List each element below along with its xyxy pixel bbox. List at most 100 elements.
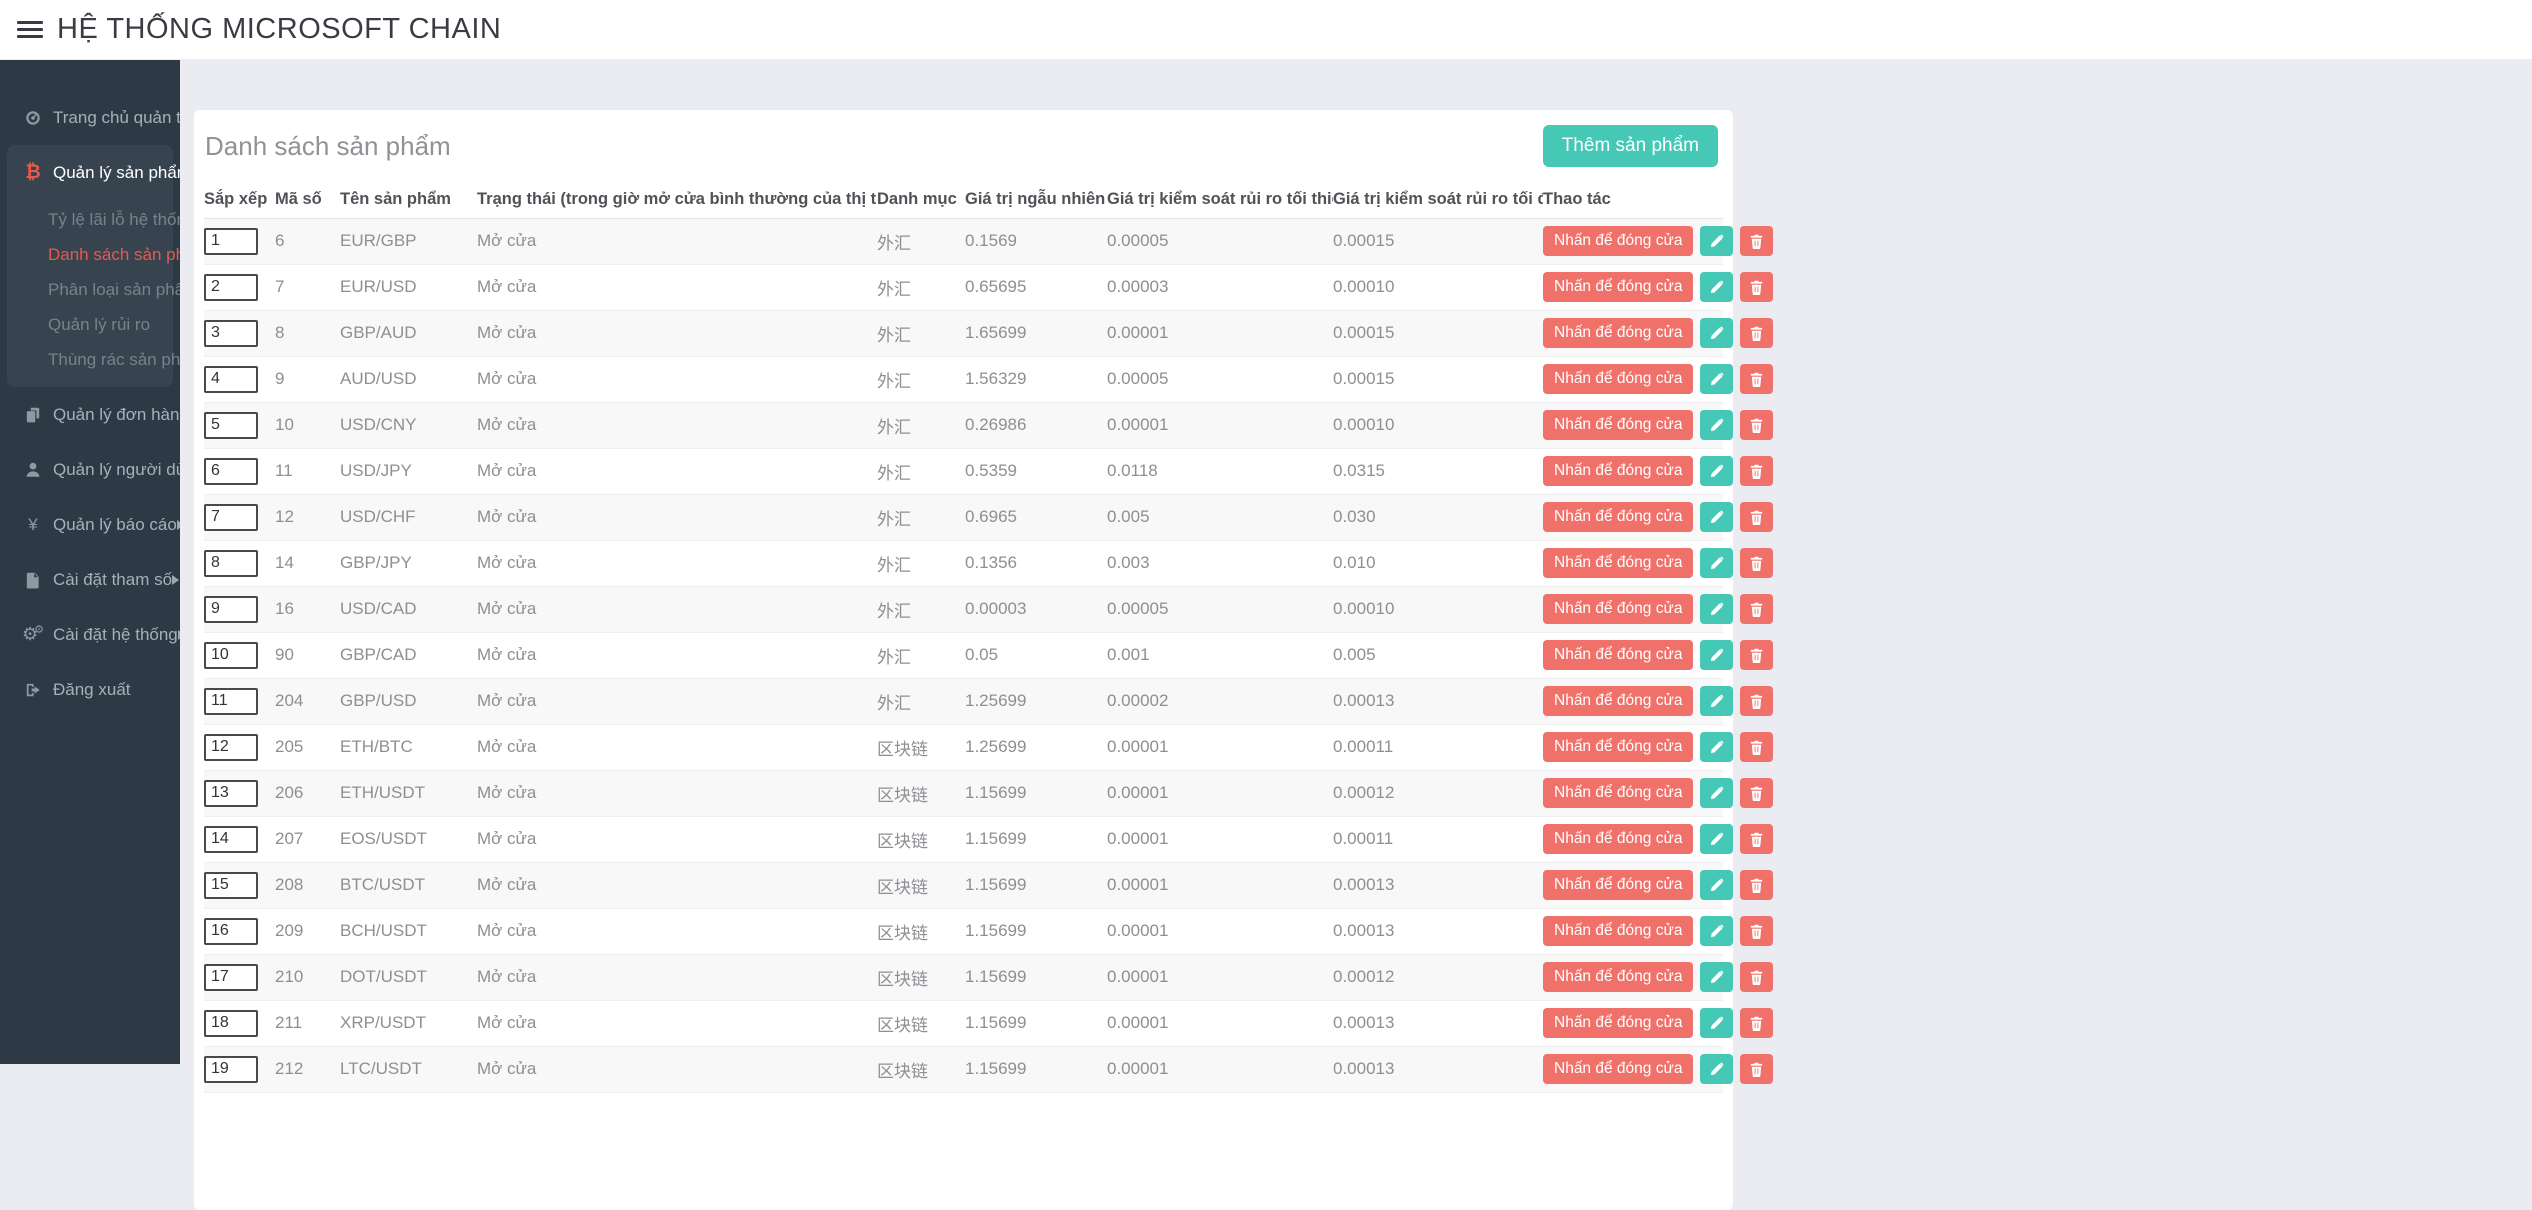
sort-order-input[interactable] <box>204 734 258 761</box>
delete-button[interactable] <box>1740 318 1773 348</box>
close-market-button[interactable]: Nhấn để đóng cửa <box>1543 272 1693 302</box>
product-category: 外汇 <box>877 402 965 448</box>
sort-order-input[interactable] <box>204 274 258 301</box>
sort-order-input[interactable] <box>204 918 258 945</box>
trash-icon <box>1749 464 1764 479</box>
close-market-button[interactable]: Nhấn để đóng cửa <box>1543 548 1693 578</box>
delete-button[interactable] <box>1740 1008 1773 1038</box>
delete-button[interactable] <box>1740 456 1773 486</box>
close-market-button[interactable]: Nhấn để đóng cửa <box>1543 410 1693 440</box>
delete-button[interactable] <box>1740 1054 1773 1084</box>
edit-button[interactable] <box>1700 502 1733 532</box>
edit-button[interactable] <box>1700 410 1733 440</box>
edit-button[interactable] <box>1700 732 1733 762</box>
sort-order-input[interactable] <box>204 780 258 807</box>
edit-button[interactable] <box>1700 778 1733 808</box>
sidebar-subitem-product-category[interactable]: Phân loại sản phẩm <box>7 272 173 307</box>
sidebar-item-dashboard[interactable]: Trang chủ quản trị <box>0 90 180 145</box>
edit-button[interactable] <box>1700 594 1733 624</box>
sidebar-subitem-risk-management[interactable]: Quản lý rủi ro <box>7 307 173 342</box>
edit-button[interactable] <box>1700 272 1733 302</box>
product-name: BCH/USDT <box>340 908 477 954</box>
close-market-button[interactable]: Nhấn để đóng cửa <box>1543 456 1693 486</box>
sort-order-input[interactable] <box>204 596 258 623</box>
close-market-button[interactable]: Nhấn để đóng cửa <box>1543 1008 1693 1038</box>
delete-button[interactable] <box>1740 410 1773 440</box>
delete-button[interactable] <box>1740 824 1773 854</box>
delete-button[interactable] <box>1740 548 1773 578</box>
edit-button[interactable] <box>1700 870 1733 900</box>
sidebar-item-parameter-settings[interactable]: Cài đặt tham số <box>0 552 180 607</box>
sidebar-item-product-management[interactable]: ₿ Quản lý sản phẩm <box>7 145 173 200</box>
delete-button[interactable] <box>1740 226 1773 256</box>
edit-button[interactable] <box>1700 364 1733 394</box>
table-row: 11 USD/JPY Mở cửa 外汇 0.5359 0.0118 0.031… <box>204 448 1723 494</box>
sidebar-subitem-profit-loss-ratio[interactable]: Tỷ lệ lãi lỗ hệ thống <box>7 202 173 237</box>
delete-button[interactable] <box>1740 364 1773 394</box>
sort-order-input[interactable] <box>204 412 258 439</box>
delete-button[interactable] <box>1740 778 1773 808</box>
close-market-button[interactable]: Nhấn để đóng cửa <box>1543 640 1693 670</box>
sidebar-item-system-settings[interactable]: ⚙⚙ Cài đặt hệ thống <box>0 607 180 662</box>
sidebar-subitem-product-list[interactable]: Danh sách sản phẩm <box>7 237 173 272</box>
close-market-button[interactable]: Nhấn để đóng cửa <box>1543 502 1693 532</box>
close-market-button[interactable]: Nhấn để đóng cửa <box>1543 778 1693 808</box>
close-market-button[interactable]: Nhấn để đóng cửa <box>1543 318 1693 348</box>
product-code: 208 <box>275 862 340 908</box>
sidebar-subitem-product-trash[interactable]: Thùng rác sản phẩm <box>7 342 173 377</box>
sort-order-input[interactable] <box>204 228 258 255</box>
sort-order-input[interactable] <box>204 1056 258 1083</box>
edit-button[interactable] <box>1700 686 1733 716</box>
edit-button[interactable] <box>1700 640 1733 670</box>
close-market-button[interactable]: Nhấn để đóng cửa <box>1543 686 1693 716</box>
close-market-button[interactable]: Nhấn để đóng cửa <box>1543 870 1693 900</box>
delete-button[interactable] <box>1740 870 1773 900</box>
sidebar-item-user-management[interactable]: Quản lý người dùng <box>0 442 180 497</box>
edit-button[interactable] <box>1700 962 1733 992</box>
close-market-button[interactable]: Nhấn để đóng cửa <box>1543 364 1693 394</box>
close-market-button[interactable]: Nhấn để đóng cửa <box>1543 916 1693 946</box>
risk-max-value: 0.00010 <box>1333 264 1543 310</box>
delete-button[interactable] <box>1740 916 1773 946</box>
sort-order-input[interactable] <box>204 872 258 899</box>
edit-button[interactable] <box>1700 318 1733 348</box>
close-market-button[interactable]: Nhấn để đóng cửa <box>1543 1054 1693 1084</box>
edit-button[interactable] <box>1700 824 1733 854</box>
sidebar-item-logout[interactable]: Đăng xuất <box>0 662 180 717</box>
close-market-button[interactable]: Nhấn để đóng cửa <box>1543 962 1693 992</box>
col-status: Trạng thái (trong giờ mở cửa bình thường… <box>477 182 877 218</box>
edit-button[interactable] <box>1700 548 1733 578</box>
sort-order-input[interactable] <box>204 320 258 347</box>
sort-order-input[interactable] <box>204 366 258 393</box>
close-market-button[interactable]: Nhấn để đóng cửa <box>1543 226 1693 256</box>
edit-button[interactable] <box>1700 456 1733 486</box>
close-market-button[interactable]: Nhấn để đóng cửa <box>1543 594 1693 624</box>
edit-button[interactable] <box>1700 916 1733 946</box>
edit-button[interactable] <box>1700 226 1733 256</box>
table-row: 211 XRP/USDT Mở cửa 区块链 1.15699 0.00001 … <box>204 1000 1723 1046</box>
close-market-button[interactable]: Nhấn để đóng cửa <box>1543 732 1693 762</box>
delete-button[interactable] <box>1740 686 1773 716</box>
add-product-button[interactable]: Thêm sản phẩm <box>1543 125 1718 167</box>
sort-order-input[interactable] <box>204 642 258 669</box>
sort-order-input[interactable] <box>204 504 258 531</box>
delete-button[interactable] <box>1740 272 1773 302</box>
sort-order-input[interactable] <box>204 1010 258 1037</box>
sort-order-input[interactable] <box>204 688 258 715</box>
sort-order-input[interactable] <box>204 458 258 485</box>
sort-order-input[interactable] <box>204 826 258 853</box>
edit-button[interactable] <box>1700 1054 1733 1084</box>
delete-button[interactable] <box>1740 640 1773 670</box>
delete-button[interactable] <box>1740 732 1773 762</box>
delete-button[interactable] <box>1740 594 1773 624</box>
edit-button[interactable] <box>1700 1008 1733 1038</box>
app-header: HỆ THỐNG MICROSOFT CHAIN <box>0 0 2532 60</box>
sort-order-input[interactable] <box>204 964 258 991</box>
hamburger-menu-icon[interactable] <box>17 17 43 42</box>
delete-button[interactable] <box>1740 502 1773 532</box>
sort-order-input[interactable] <box>204 550 258 577</box>
sidebar-item-order-management[interactable]: Quản lý đơn hàng <box>0 387 180 442</box>
delete-button[interactable] <box>1740 962 1773 992</box>
sidebar-item-report-management[interactable]: ¥ Quản lý báo cáo <box>0 497 180 552</box>
close-market-button[interactable]: Nhấn để đóng cửa <box>1543 824 1693 854</box>
